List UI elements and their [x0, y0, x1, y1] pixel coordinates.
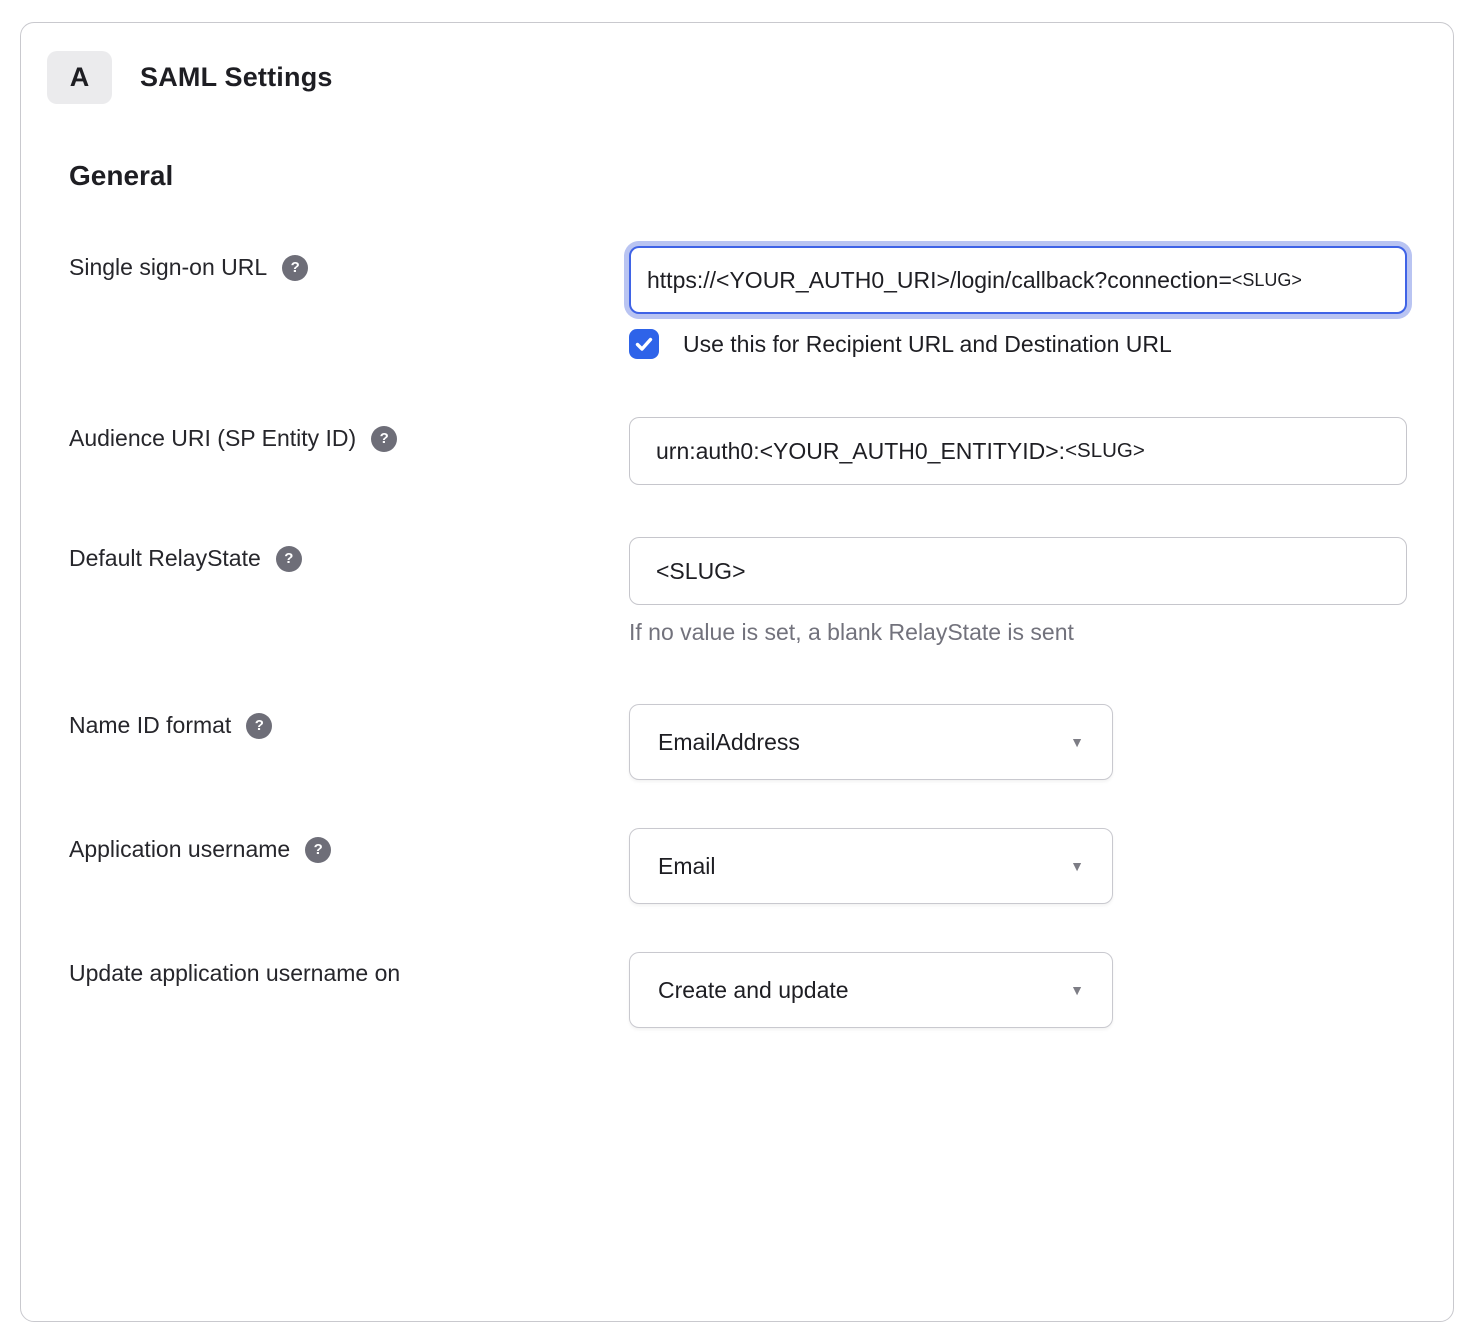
audience-uri-value: urn:auth0:<YOUR_AUTH0_ENTITYID>: [656, 438, 1065, 465]
help-icon[interactable]: ? [246, 713, 272, 739]
audience-control-col: urn:auth0:<YOUR_AUTH0_ENTITYID>:<SLUG> [629, 417, 1407, 485]
audience-label-col: Audience URI (SP Entity ID) ? [69, 417, 629, 452]
sso-url-input[interactable]: https://<YOUR_AUTH0_URI>/login/callback?… [629, 246, 1407, 314]
nameid-format-label: Name ID format [69, 712, 231, 739]
sso-label-col: Single sign-on URL ? [69, 246, 629, 281]
nameid-format-value: EmailAddress [658, 729, 800, 756]
field-row-updateusername: Update application username on Create an… [69, 952, 1407, 1028]
update-app-username-label: Update application username on [69, 960, 400, 987]
relaystate-label-col: Default RelayState ? [69, 537, 629, 572]
help-icon[interactable]: ? [305, 837, 331, 863]
sso-url-value: https://<YOUR_AUTH0_URI>/login/callback?… [647, 267, 1232, 294]
sso-url-label: Single sign-on URL [69, 254, 267, 281]
audience-uri-input[interactable]: urn:auth0:<YOUR_AUTH0_ENTITYID>:<SLUG> [629, 417, 1407, 485]
audience-slug-token: <SLUG> [1065, 439, 1145, 463]
recipient-url-checkbox-row: Use this for Recipient URL and Destinati… [629, 329, 1407, 359]
field-row-appusername: Application username ? Email ▼ [69, 828, 1407, 904]
help-icon[interactable]: ? [282, 255, 308, 281]
relaystate-help-text: If no value is set, a blank RelayState i… [629, 619, 1407, 646]
field-row-audience: Audience URI (SP Entity ID) ? urn:auth0:… [69, 417, 1407, 485]
sso-control-col: https://<YOUR_AUTH0_URI>/login/callback?… [629, 246, 1407, 359]
relaystate-value: <SLUG> [656, 558, 746, 585]
relaystate-control-col: <SLUG> If no value is set, a blank Relay… [629, 537, 1407, 646]
checkmark-icon [634, 334, 654, 354]
app-username-label: Application username [69, 836, 290, 863]
update-app-username-select[interactable]: Create and update ▼ [629, 952, 1113, 1028]
page-title: SAML Settings [140, 62, 333, 93]
app-username-value: Email [658, 853, 716, 880]
field-row-nameid: Name ID format ? EmailAddress ▼ [69, 704, 1407, 780]
nameid-label-col: Name ID format ? [69, 704, 629, 739]
field-row-sso: Single sign-on URL ? https://<YOUR_AUTH0… [69, 246, 1407, 359]
updateusername-label-col: Update application username on [69, 952, 629, 987]
relaystate-input[interactable]: <SLUG> [629, 537, 1407, 605]
appusername-control-col: Email ▼ [629, 828, 1407, 904]
section-title-general: General [69, 160, 1407, 192]
card-header: A SAML Settings [47, 51, 1407, 104]
app-username-select[interactable]: Email ▼ [629, 828, 1113, 904]
nameid-control-col: EmailAddress ▼ [629, 704, 1407, 780]
chevron-down-icon: ▼ [1070, 858, 1084, 874]
help-icon[interactable]: ? [371, 426, 397, 452]
nameid-format-select[interactable]: EmailAddress ▼ [629, 704, 1113, 780]
recipient-url-checkbox[interactable] [629, 329, 659, 359]
saml-settings-card: A SAML Settings General Single sign-on U… [20, 22, 1454, 1322]
relaystate-label: Default RelayState [69, 545, 261, 572]
recipient-url-checkbox-label: Use this for Recipient URL and Destinati… [683, 331, 1172, 358]
chevron-down-icon: ▼ [1070, 734, 1084, 750]
appusername-label-col: Application username ? [69, 828, 629, 863]
sso-url-slug-token: <SLUG> [1232, 270, 1302, 291]
help-icon[interactable]: ? [276, 546, 302, 572]
field-row-relaystate: Default RelayState ? <SLUG> If no value … [69, 537, 1407, 646]
update-app-username-value: Create and update [658, 977, 849, 1004]
section-badge: A [47, 51, 112, 104]
audience-uri-label: Audience URI (SP Entity ID) [69, 425, 356, 452]
updateusername-control-col: Create and update ▼ [629, 952, 1407, 1028]
chevron-down-icon: ▼ [1070, 982, 1084, 998]
